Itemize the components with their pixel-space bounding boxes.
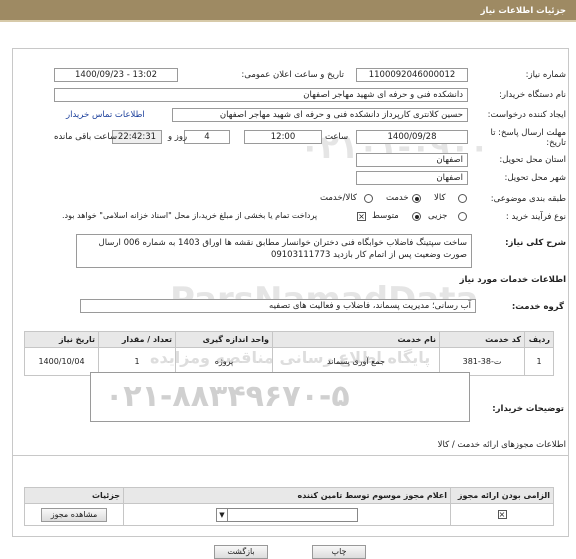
permit-required-cell: × <box>450 503 554 526</box>
remaining-time-label: ساعت باقی مانده <box>54 132 118 142</box>
category-label: طبقه بندی موضوعی: <box>490 194 566 204</box>
remaining-time-field: 22:42:31 <box>112 130 162 144</box>
col-qty-header: تعداد / مقدار <box>98 331 176 348</box>
need-number-label: شماره نیاز: <box>525 70 566 80</box>
requester-field: حسین کلانتری کارپرداز دانشکده فنی و حرفه… <box>172 108 468 122</box>
province-field: اصفهان <box>356 153 468 167</box>
cell-date: 1400/10/04 <box>24 347 99 376</box>
page-header: جزئیات اطلاعات نیاز <box>0 0 576 22</box>
col-unit-header: واحد اندازه گیری <box>175 331 273 348</box>
permit-declared-select[interactable]: ▼ <box>216 507 358 522</box>
table-row: × ▼ مشاهده مجوز <box>24 503 554 526</box>
deadline-label: مهلت ارسال پاسخ: تا تاریخ: <box>484 128 566 148</box>
buyer-contact-link[interactable]: اطلاعات تماس خریدار <box>66 110 145 120</box>
col-code-header: کد خدمت <box>439 331 525 348</box>
category-goods-radio[interactable] <box>458 194 467 203</box>
permit-declared-cell: ▼ <box>123 503 451 526</box>
process-minor-label: جزیی <box>428 211 448 221</box>
page-title: جزئیات اطلاعات نیاز <box>480 6 566 16</box>
summary-line-1: ساخت سپتینگ فاضلاب خوابگاه فنی دختران خو… <box>98 238 467 248</box>
services-section-title: اطلاعات خدمات مورد نیاز <box>459 275 566 285</box>
cell-row: 1 <box>524 347 554 376</box>
category-goods-service-label: کالا/خدمت <box>320 193 357 203</box>
requester-label: ایجاد کننده درخواست: <box>487 110 566 120</box>
summary-line-2: صورت وضعیت پس از اتمام کار بازدید 091031… <box>270 250 467 260</box>
buyer-notes-box: ۰۲۱-۸۸۳۴۹۶۷۰-۵ <box>90 372 470 422</box>
deadline-label-text: مهلت ارسال پاسخ: تا تاریخ: <box>490 128 566 148</box>
deadline-date-field: 1400/09/28 <box>356 130 468 144</box>
province-label: استان محل تحویل: <box>499 155 566 165</box>
buyer-notes-label: توضیحات خریدار: <box>492 404 564 414</box>
summary-box: ساخت سپتینگ فاضلاب خوابگاه فنی دختران خو… <box>76 234 472 268</box>
permit-required-header: الزامی بودن ارائه مجوز <box>450 487 554 504</box>
remaining-days-field: 4 <box>184 130 230 144</box>
service-group-label: گروه خدمت: <box>511 302 564 312</box>
col-date-header: تاریخ نیاز <box>24 331 99 348</box>
category-goods-service-radio[interactable] <box>364 194 373 203</box>
category-service-label: خدمت <box>386 193 409 203</box>
treasury-checkbox[interactable]: × <box>357 212 366 221</box>
process-medium-label: متوسط <box>372 211 399 221</box>
permit-declared-header: اعلام مجوز موسوم توسط تامین کننده <box>123 487 451 504</box>
remaining-days-label: روز و <box>168 132 188 142</box>
permits-table: الزامی بودن ارائه مجوز اعلام مجوز موسوم … <box>24 487 554 526</box>
deadline-time-label: ساعت <box>325 132 349 142</box>
announce-datetime-field: 1400/09/23 - 13:02 <box>54 68 178 82</box>
buyer-org-label: نام دستگاه خریدار: <box>499 90 566 100</box>
city-label: شهر محل تحویل: <box>504 173 566 183</box>
permit-details-header: جزئیات <box>24 487 124 504</box>
permit-required-checkbox[interactable]: × <box>497 510 507 519</box>
process-minor-radio[interactable] <box>458 212 467 221</box>
announce-datetime-label: تاریخ و ساعت اعلان عمومی: <box>241 70 344 80</box>
treasury-note: پرداخت تمام یا بخشی از مبلغ خرید،از محل … <box>62 211 318 220</box>
category-service-radio[interactable] <box>412 194 421 203</box>
view-permit-button[interactable]: مشاهده مجوز <box>41 507 107 522</box>
permits-section-title: اطلاعات مجوزهای ارائه خدمت / کالا <box>437 440 566 450</box>
col-name-header: نام خدمت <box>272 331 440 348</box>
process-medium-radio[interactable] <box>412 212 421 221</box>
col-row-header: ردیف <box>524 331 554 348</box>
chevron-down-icon: ▼ <box>217 508 228 521</box>
service-group-field: آب رسانی؛ مدیریت پسماند، فاضلاب و فعالیت… <box>80 299 476 313</box>
summary-label: شرح کلی نیاز: <box>505 238 566 248</box>
services-table: ردیف کد خدمت نام خدمت واحد اندازه گیری ت… <box>24 331 554 376</box>
process-label: نوع فرآیند خرید : <box>505 212 566 222</box>
permit-details-cell: مشاهده مجوز <box>24 503 124 526</box>
notes-watermark-phone: ۰۲۱-۸۸۳۴۹۶۷۰-۵ <box>105 379 350 414</box>
city-field: اصفهان <box>356 171 468 185</box>
deadline-time-field: 12:00 <box>244 130 322 144</box>
buyer-org-field: دانشکده فنی و حرفه ای شهید مهاجر اصفهان <box>54 88 468 102</box>
category-goods-label: کالا <box>434 193 446 203</box>
need-number-field: 1100092046000012 <box>356 68 468 82</box>
